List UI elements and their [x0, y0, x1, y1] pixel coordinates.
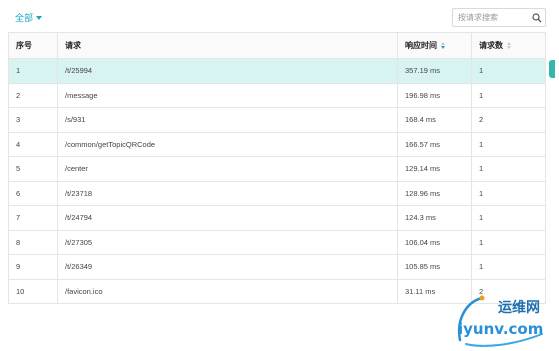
row-count: 2 [479, 115, 484, 125]
row-index: 9 [9, 255, 58, 279]
watermark-logo: 运维网 iyunv.com [457, 295, 543, 347]
row-count: 1 [479, 213, 484, 223]
row-count: 1 [479, 164, 484, 174]
row-request: /t/26349 [58, 255, 398, 279]
row-index: 10 [9, 279, 58, 304]
row-request: /favicon.ico [58, 279, 398, 304]
row-index: 1 [9, 59, 58, 83]
table-row[interactable]: 9 /t/26349 105.85 ms 1 [9, 255, 545, 280]
row-count: 1 [479, 66, 484, 76]
row-index: 8 [9, 230, 58, 254]
table-row[interactable]: 2 /message 196.98 ms 1 [9, 83, 545, 108]
row-index: 2 [9, 83, 58, 107]
watermark-url: iyunv.com [458, 320, 543, 338]
column-header-index-label: 序号 [16, 41, 32, 50]
sort-desc-icon[interactable] [441, 41, 446, 50]
row-response-time: 196.98 ms [398, 83, 472, 107]
toolbar: 全部 [0, 0, 559, 32]
search-box [452, 8, 546, 27]
search-input[interactable] [453, 9, 527, 26]
row-response-time: 168.4 ms [398, 108, 472, 132]
table-row[interactable]: 1 /t/25994 357.19 ms 1 [9, 59, 545, 84]
row-index: 6 [9, 181, 58, 205]
table-row[interactable]: 7 /t/24794 124.3 ms 1 [9, 206, 545, 231]
row-index: 5 [9, 157, 58, 181]
row-response-time: 106.04 ms [398, 230, 472, 254]
row-response-time: 128.96 ms [398, 181, 472, 205]
search-icon[interactable] [532, 13, 542, 23]
column-header-request: 请求 [58, 33, 398, 58]
row-response-time: 129.14 ms [398, 157, 472, 181]
row-count: 1 [479, 90, 484, 100]
filter-dropdown[interactable]: 全部 [15, 11, 43, 24]
table-row[interactable]: 4 /common/getTopicQRCode 166.57 ms 1 [9, 132, 545, 157]
row-count: 1 [479, 188, 484, 198]
row-index: 4 [9, 132, 58, 156]
side-tab-handle[interactable] [549, 60, 555, 78]
column-header-response-time[interactable]: 响应时间 [398, 33, 472, 58]
requests-table: 序号 请求 响应时间 请求数 1 /t/25994 357.19 ms 1 2 … [8, 32, 546, 304]
table-row[interactable]: 8 /t/27305 106.04 ms 1 [9, 230, 545, 255]
row-request: /s/931 [58, 108, 398, 132]
row-index: 7 [9, 206, 58, 230]
filter-label: 全部 [15, 13, 34, 23]
row-request: /common/getTopicQRCode [58, 132, 398, 156]
column-header-count-label: 请求数 [479, 41, 503, 50]
row-request: /center [58, 157, 398, 181]
row-request: /t/27305 [58, 230, 398, 254]
caret-down-icon [36, 15, 43, 20]
row-count: 1 [479, 139, 484, 149]
row-index: 3 [9, 108, 58, 132]
row-count: 1 [479, 237, 484, 247]
row-request: /t/23718 [58, 181, 398, 205]
row-response-time: 357.19 ms [398, 59, 472, 83]
column-header-index: 序号 [9, 33, 58, 58]
row-request: /t/24794 [58, 206, 398, 230]
sort-icon[interactable] [507, 41, 512, 50]
row-response-time: 105.85 ms [398, 255, 472, 279]
table-row[interactable]: 5 /center 129.14 ms 1 [9, 157, 545, 182]
table-header-row: 序号 请求 响应时间 请求数 [9, 33, 545, 59]
column-header-count[interactable]: 请求数 [472, 33, 545, 58]
column-header-response-time-label: 响应时间 [405, 41, 437, 50]
row-response-time: 124.3 ms [398, 206, 472, 230]
row-count: 1 [479, 262, 484, 272]
column-header-request-label: 请求 [65, 41, 81, 50]
watermark-title: 运维网 [498, 299, 540, 316]
row-request: /message [58, 83, 398, 107]
table-row[interactable]: 3 /s/931 168.4 ms 2 [9, 108, 545, 133]
row-request: /t/25994 [58, 59, 398, 83]
row-response-time: 166.57 ms [398, 132, 472, 156]
table-row[interactable]: 6 /t/23718 128.96 ms 1 [9, 181, 545, 206]
page: 全部 序号 请求 响应时间 请求数 [0, 0, 559, 351]
